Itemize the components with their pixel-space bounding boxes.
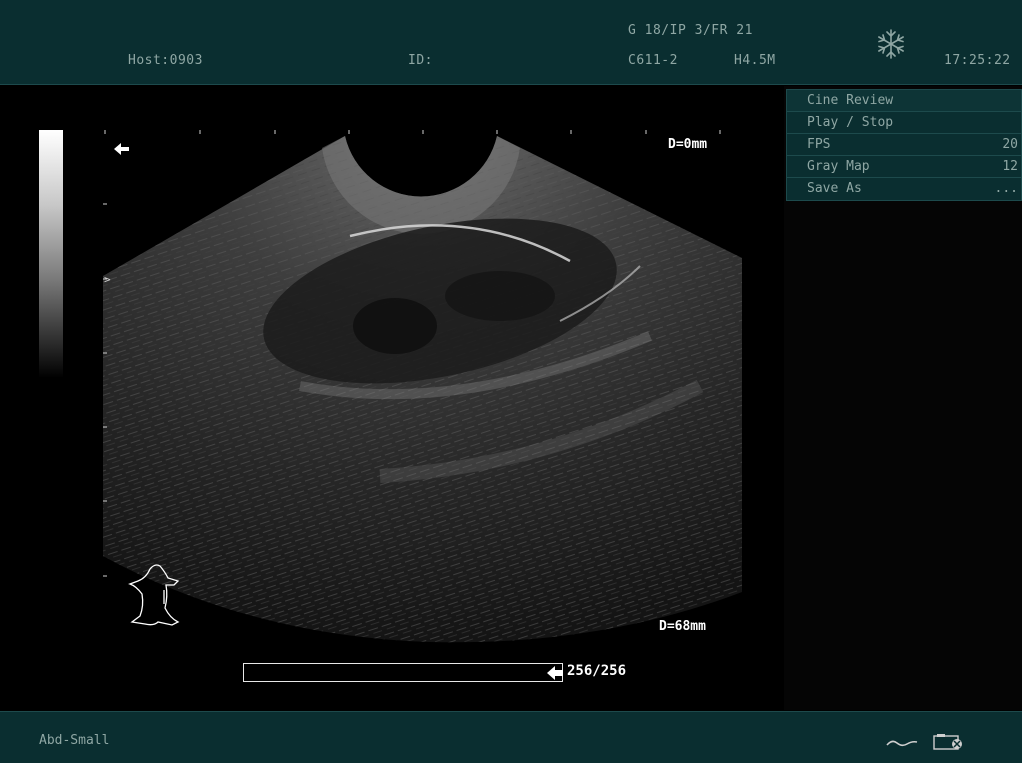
menu-item-play-stop[interactable]: Play / Stop <box>787 112 1021 134</box>
probe-model: C611-2 <box>628 53 678 68</box>
cine-review-title: Cine Review <box>787 90 1021 112</box>
menu-item-value: 12 <box>1002 159 1018 174</box>
patient-id-label: ID: <box>408 53 433 68</box>
clock: 17:25:22 <box>944 53 1011 68</box>
menu-item-label: FPS <box>807 137 831 152</box>
snowflake-icon[interactable] <box>874 27 908 61</box>
wave-icon[interactable] <box>886 738 918 750</box>
menu-item-label: Save As <box>807 181 862 196</box>
top-status-bar: Host:0903 ID: G 18/IP 3/FR 21 C611-2 H4.… <box>0 0 1022 85</box>
menu-item-value: 20 <box>1002 137 1018 152</box>
menu-item-fps[interactable]: FPS 20 <box>787 134 1021 156</box>
menu-item-gray-map[interactable]: Gray Map 12 <box>787 156 1021 178</box>
grayscale-bar <box>39 130 63 378</box>
menu-item-label: Gray Map <box>807 159 870 174</box>
host-label: Host:0903 <box>128 53 203 68</box>
frequency-label: H4.5M <box>734 53 776 68</box>
camera-icon[interactable] <box>932 732 966 752</box>
menu-item-save-as[interactable]: Save As ... <box>787 178 1021 200</box>
cine-frame-counter: 256/256 <box>567 663 627 679</box>
cine-position-marker-icon[interactable] <box>546 665 564 681</box>
cine-review-menu: Cine Review Play / Stop FPS 20 Gray Map … <box>786 89 1022 201</box>
menu-item-label: Play / Stop <box>807 115 894 130</box>
depth-bottom-label: D=68mm <box>659 619 706 634</box>
bottom-status-bar: Abd-Small <box>0 711 1022 763</box>
menu-item-value: ... <box>994 181 1018 196</box>
ultrasound-image[interactable] <box>0 86 784 711</box>
depth-top-label: D=0mm <box>668 137 708 152</box>
cine-progress-bar[interactable] <box>243 663 563 682</box>
exam-preset-label: Abd-Small <box>39 733 110 748</box>
focus-marker: > <box>104 273 111 286</box>
gain-info: G 18/IP 3/FR 21 <box>628 23 753 38</box>
left-arrow-icon <box>114 143 129 155</box>
